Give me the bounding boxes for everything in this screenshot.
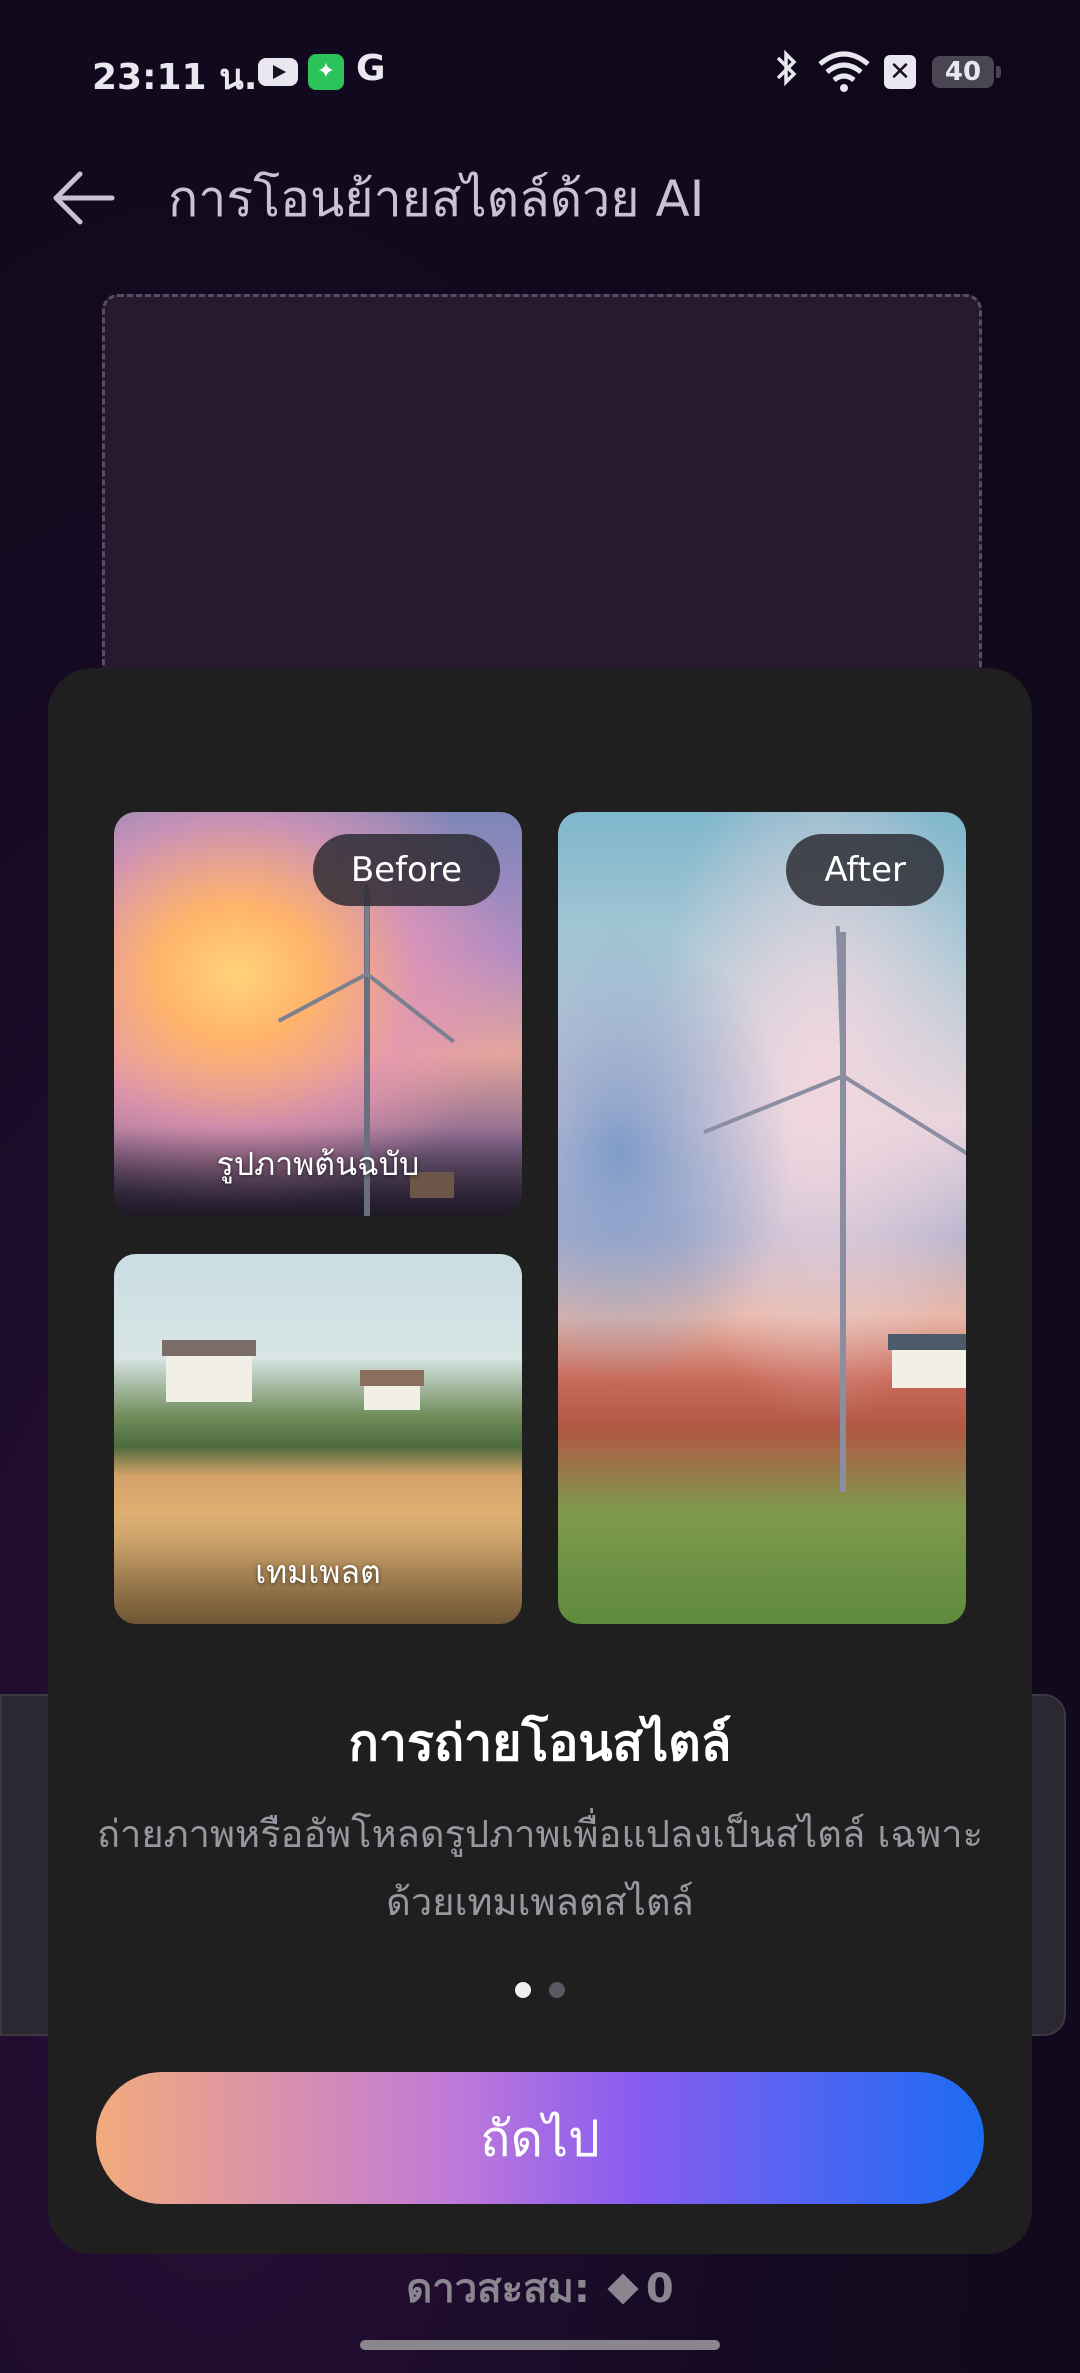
no-sim-icon: ✕ [884,55,916,89]
page-dot-active [515,1982,531,1998]
back-button[interactable] [46,166,126,230]
house [888,1334,966,1388]
diamond-icon [607,2273,639,2305]
stars-counter: ดาวสะสม: 0 [0,2256,1080,2320]
house [162,1340,256,1402]
after-image: After [558,812,966,1624]
onboarding-dialog: Before รูปภาพต้นฉบับ เทมเพลต After การถ่… [48,668,1032,2254]
original-image-label: รูปภาพต้นฉบับ [216,1145,420,1183]
google-icon: G [356,48,386,89]
app-notification-icon: ✦ [308,54,344,90]
turbine-blade [703,1074,844,1135]
bluetooth-icon [772,46,802,99]
before-image: Before รูปภาพต้นฉบับ [114,812,522,1216]
template-label: เทมเพลต [255,1553,381,1591]
before-badge: Before [312,834,500,906]
wifi-icon [816,50,872,94]
turbine-blade [277,972,368,1023]
arrow-left-icon [53,171,115,225]
status-time: 23:11 น. [92,57,258,98]
stars-label: ดาวสะสม: [406,2266,590,2312]
after-badge: After [786,834,944,906]
dialog-title: การถ่ายโอนสไตล์ [348,1714,732,1772]
stars-value: 0 [645,2266,674,2312]
battery-icon: 40 [932,56,1001,88]
dialog-description: ถ่ายภาพหรืออัพโหลดรูปภาพเพื่อแปลงเป็นสไต… [96,1812,983,1924]
status-bar: 23:11 น. ✦ G ✕ 40 [0,0,1080,140]
turbine-blade [841,1074,966,1163]
page-dot [549,1982,565,1998]
youtube-icon [258,58,298,86]
turbine-blade [365,972,455,1044]
page-indicator [48,1982,1032,2002]
next-button[interactable]: ถัดไป [96,2072,984,2204]
house [360,1370,424,1410]
page-title: การโอนย้ายสไตล์ด้วย AI [168,170,705,228]
template-image: เทมเพลต [114,1254,522,1624]
home-indicator[interactable] [360,2340,720,2350]
